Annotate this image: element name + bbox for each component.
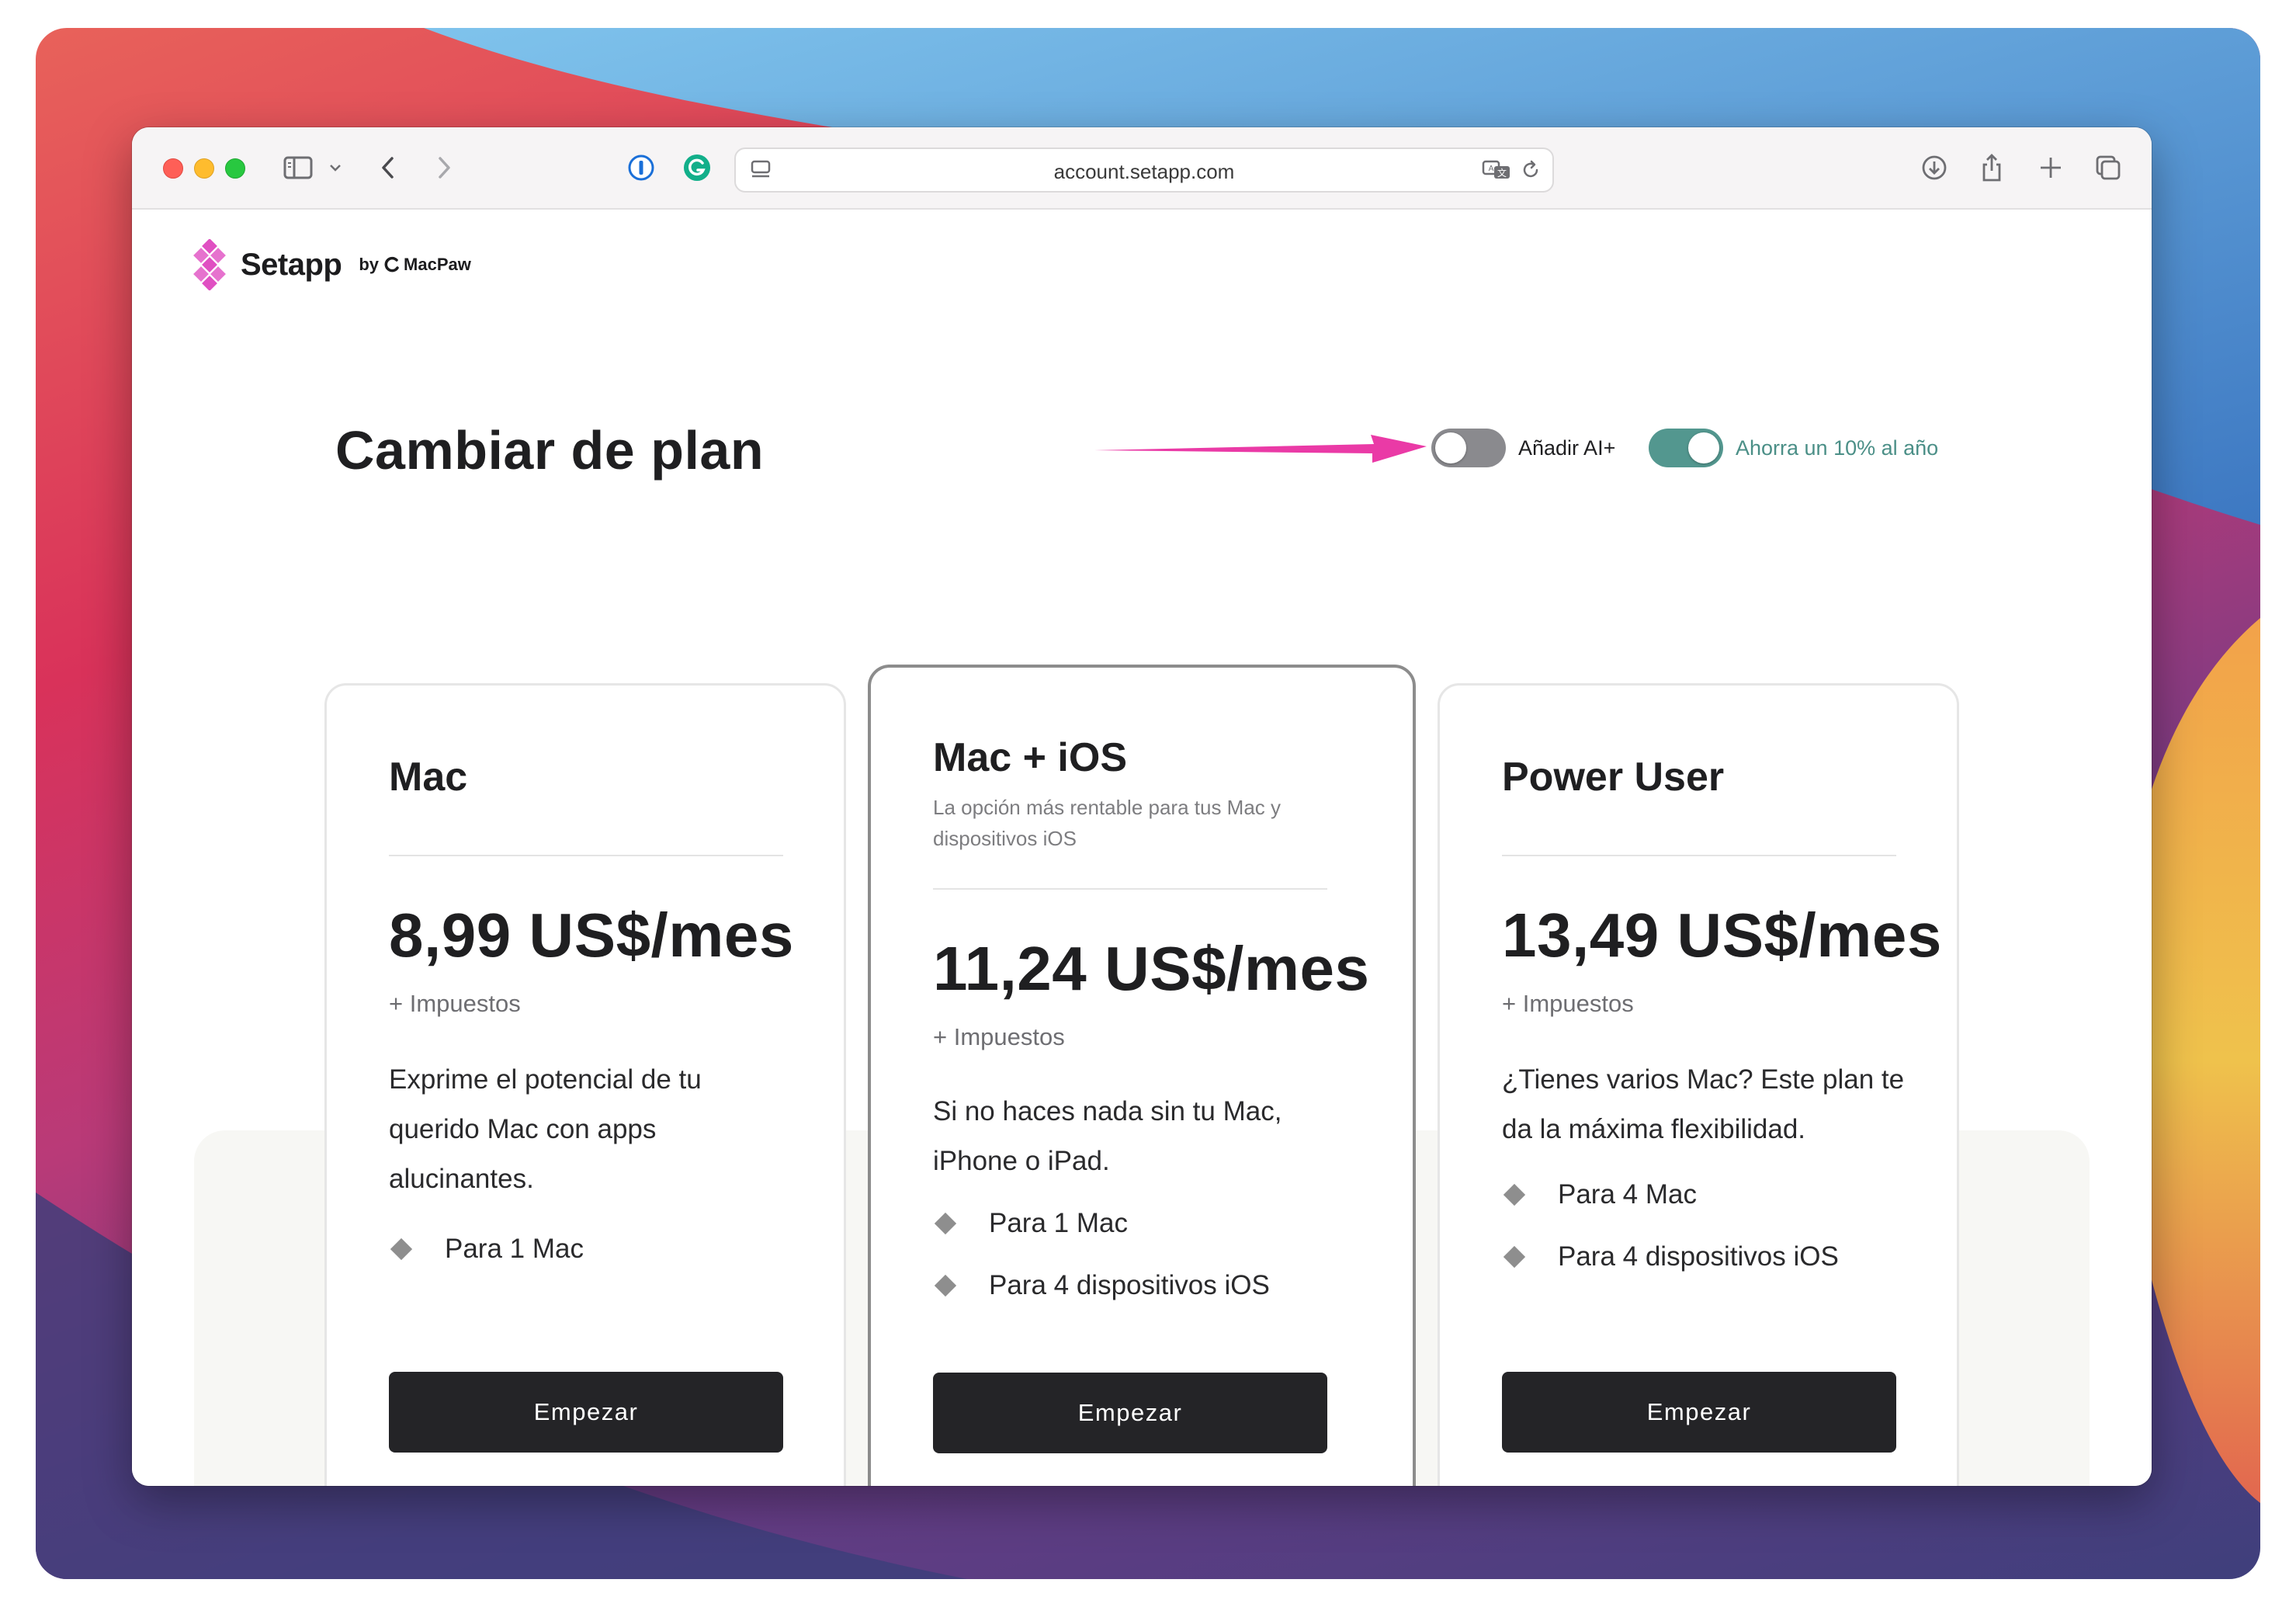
browser-window: account.setapp.com 文A Setapp by MacPaw C… (132, 127, 2152, 1486)
plan-description: ¿Tienes varios Mac? Este plan te da la m… (1502, 1064, 1905, 1144)
plan-description: Si no haces nada sin tu Mac, iPhone o iP… (933, 1096, 1282, 1176)
plan-feature-text: Para 4 dispositivos iOS (989, 1270, 1270, 1300)
setapp-logo[interactable]: Setapp by MacPaw (192, 239, 471, 290)
diamond-bullet-icon (934, 1212, 957, 1235)
plan-description: Exprime el potencial de tu querido Mac c… (389, 1064, 702, 1194)
address-bar[interactable]: account.setapp.com 文A (734, 148, 1554, 193)
plan-divider (389, 855, 783, 856)
start-button-mac[interactable]: Empezar (389, 1372, 783, 1453)
share-icon[interactable] (1975, 146, 2009, 189)
zoom-window-button[interactable] (225, 158, 245, 179)
plan-subtitle: La opción más rentable para tus Mac y di… (933, 796, 1282, 850)
svg-text:A: A (1489, 165, 1494, 173)
setapp-logo-icon (193, 239, 226, 290)
ai-plus-label: Añadir AI+ (1518, 436, 1616, 460)
macpaw-icon (384, 256, 399, 272)
diamond-bullet-icon (390, 1237, 413, 1261)
plan-feature: Para 4 Mac (1502, 1179, 1697, 1210)
plan-feature: Para 4 dispositivos iOS (933, 1270, 1270, 1301)
reload-icon[interactable] (1515, 149, 1546, 191)
brand-name: Setapp (241, 247, 342, 282)
plan-tax-note: + Impuestos (1502, 990, 1634, 1017)
brand-byline: by MacPaw (359, 255, 471, 275)
plan-price: 11,24 US$/mes (933, 934, 1370, 1003)
plan-feature-text: Para 1 Mac (445, 1234, 584, 1264)
plan-name: Mac (389, 755, 468, 800)
annual-billing-toggle-knob (1688, 432, 1719, 463)
annual-billing-toggle[interactable] (1649, 429, 1723, 467)
translate-icon[interactable]: 文A (1479, 149, 1514, 191)
plan-feature-text: Para 1 Mac (989, 1208, 1128, 1238)
plan-tax-note: + Impuestos (389, 990, 521, 1017)
plan-card-mac-ios: Mac + iOS La opción más rentable para tu… (868, 665, 1416, 1486)
sidebar-icon[interactable] (281, 146, 315, 189)
tabs-overview-icon[interactable] (2091, 146, 2125, 189)
plan-price: 8,99 US$/mes (389, 901, 794, 970)
plan-feature: Para 1 Mac (389, 1234, 584, 1265)
plan-price: 13,49 US$/mes (1502, 901, 1942, 970)
plan-name: Power User (1502, 755, 1725, 800)
start-button-mac-ios[interactable]: Empezar (933, 1373, 1327, 1453)
new-tab-icon[interactable] (2034, 146, 2068, 189)
ai-plus-toggle-knob (1435, 432, 1466, 463)
chevron-down-icon[interactable] (326, 146, 345, 189)
url-text: account.setapp.com (1053, 160, 1235, 183)
annotation-arrow (1094, 435, 1427, 463)
back-icon[interactable] (374, 146, 402, 189)
annual-billing-label: Ahorra un 10% al año (1736, 436, 1939, 460)
brand-by-text: by (359, 255, 380, 274)
plan-divider (1502, 855, 1896, 856)
diamond-bullet-icon (1503, 1183, 1526, 1206)
brand-maker: MacPaw (404, 255, 471, 274)
page-title: Cambiar de plan (335, 420, 765, 481)
download-icon[interactable] (1917, 146, 1951, 189)
diamond-bullet-icon (934, 1274, 957, 1297)
password-manager-icon[interactable] (624, 146, 658, 189)
plan-feature: Para 4 dispositivos iOS (1502, 1241, 1839, 1272)
forward-icon[interactable] (430, 146, 458, 189)
plan-card-mac: Mac 8,99 US$/mes + Impuestos Exprime el … (324, 683, 846, 1486)
page-content: Setapp by MacPaw Cambiar de plan Añadir … (132, 210, 2152, 1486)
plan-card-power-user: Power User 13,49 US$/mes + Impuestos ¿Ti… (1438, 683, 1959, 1486)
plan-name: Mac + iOS (933, 735, 1127, 780)
diamond-bullet-icon (1503, 1245, 1526, 1269)
svg-text:文: 文 (1497, 167, 1507, 179)
plan-divider (933, 888, 1327, 890)
browser-toolbar: account.setapp.com 文A (132, 127, 2152, 210)
plan-feature-text: Para 4 dispositivos iOS (1558, 1241, 1839, 1272)
minimize-window-button[interactable] (194, 158, 214, 179)
plan-feature-text: Para 4 Mac (1558, 1179, 1697, 1210)
close-window-button[interactable] (163, 158, 183, 179)
plan-tax-note: + Impuestos (933, 1023, 1065, 1050)
plan-feature: Para 1 Mac (933, 1208, 1128, 1239)
start-button-power-user[interactable]: Empezar (1502, 1372, 1896, 1453)
ai-plus-toggle[interactable] (1431, 429, 1506, 467)
grammarly-icon[interactable] (680, 146, 714, 189)
